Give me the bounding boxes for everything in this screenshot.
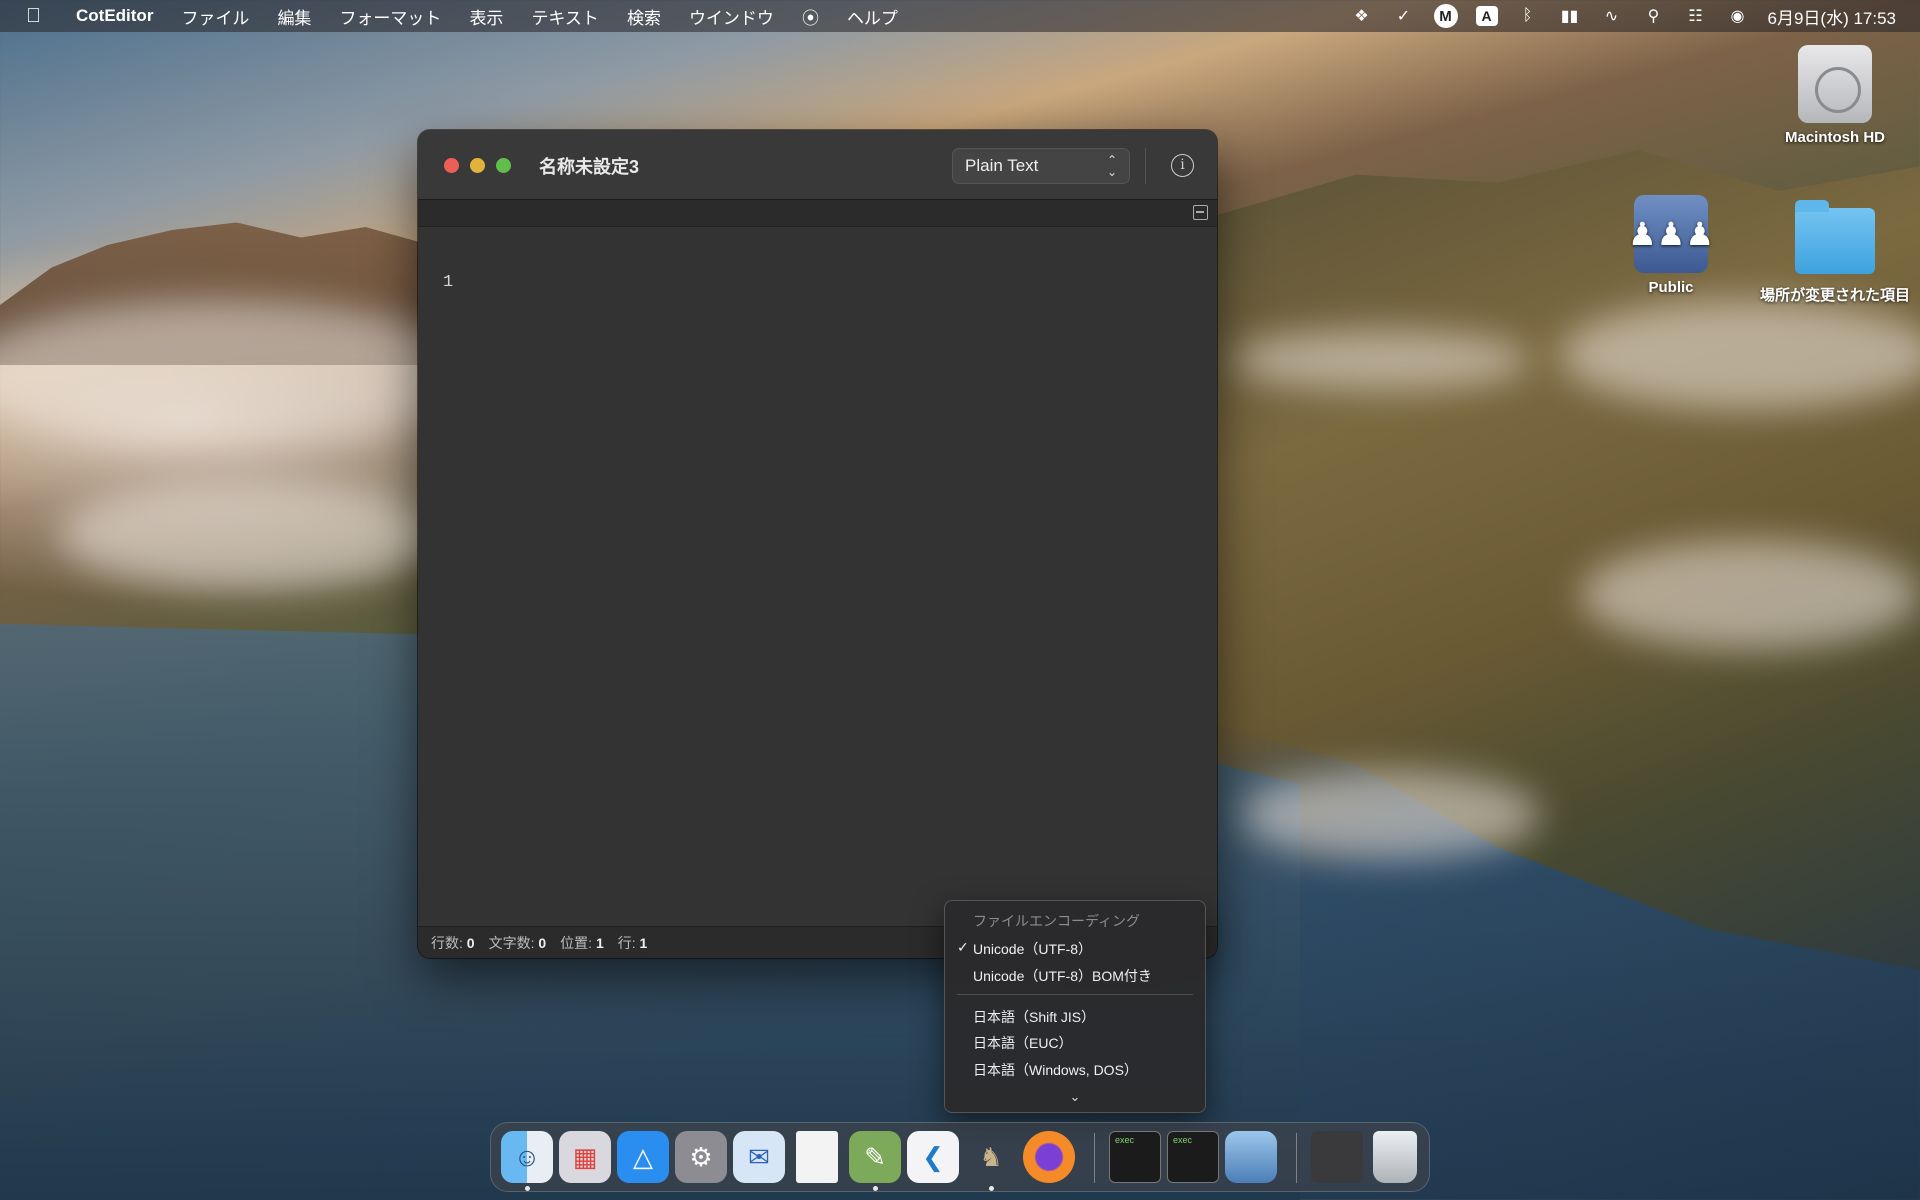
split-editor-icon[interactable]	[1193, 205, 1208, 220]
wallpaper-cloud	[1580, 540, 1920, 650]
editor-window: 名称未設定3 Plain Text ⌃ ⌄ i 1 行数: 0 文字数: 0 位置…	[418, 130, 1217, 958]
control-center-icon[interactable]: ☷	[1684, 5, 1708, 27]
desktop-icon-label: Macintosh HD	[1784, 129, 1885, 146]
dock-launchpad-icon[interactable]: ▦	[559, 1131, 611, 1183]
wallpaper-cloud	[1240, 770, 1540, 860]
text-editor[interactable]	[418, 227, 1217, 926]
menu-file[interactable]: ファイル	[181, 4, 249, 29]
dock-firefox-icon[interactable]	[1023, 1131, 1075, 1183]
dock-screenshot-icon[interactable]	[1311, 1131, 1363, 1183]
dock-thunderbird-icon[interactable]: ✉	[733, 1131, 785, 1183]
status-chars-label: 文字数:	[488, 934, 535, 951]
scroll-down-icon[interactable]: ⌄	[945, 1089, 1205, 1105]
dock-exec-terminal-icon[interactable]: exec	[1167, 1131, 1219, 1183]
checkmark-icon: ✓	[957, 939, 969, 955]
window-title: 名称未設定3	[539, 157, 640, 177]
syntax-style-label: Plain Text	[965, 156, 1039, 175]
status-line-label: 行:	[617, 934, 636, 951]
status-lines-value: 0	[466, 934, 475, 951]
encoding-item-utf8[interactable]: Unicode（UTF-8）	[973, 939, 1092, 959]
status-chars-value: 0	[538, 934, 547, 951]
dock-coteditor-icon[interactable]: ✎	[849, 1131, 901, 1183]
menu-clock[interactable]: 6月9日(水) 17:53	[1768, 4, 1897, 29]
dock-gimp-icon[interactable]: ♞	[965, 1131, 1017, 1183]
menu-find[interactable]: 検索	[627, 4, 661, 29]
input-source-icon[interactable]: A	[1475, 6, 1498, 26]
desktop-icon-relocated-items[interactable]: 場所が変更された項目	[1755, 200, 1915, 305]
desktop-icon-public[interactable]: ♟♟♟ Public	[1606, 195, 1736, 296]
task-check-icon[interactable]: ✓	[1392, 5, 1416, 27]
menu-text[interactable]: テキスト	[531, 4, 599, 29]
menu-separator	[957, 994, 1193, 995]
desktop-icon-label: 場所が変更された項目	[1759, 287, 1910, 304]
desktop-icon-label: Public	[1648, 279, 1694, 296]
info-icon[interactable]: i	[1171, 154, 1194, 177]
status-lines-label: 行数:	[431, 934, 463, 951]
hard-drive-icon	[1798, 45, 1872, 123]
status-lines: 行数: 0	[431, 933, 475, 953]
shared-folder-icon: ♟♟♟	[1628, 195, 1714, 273]
dock-app-store-icon[interactable]: △	[617, 1131, 669, 1183]
close-button[interactable]	[444, 158, 459, 173]
running-indicator	[525, 1186, 530, 1191]
dock-trash-icon[interactable]	[1373, 1131, 1417, 1183]
siri-icon[interactable]: ◉	[1726, 5, 1750, 27]
encoding-item-windows-dos[interactable]: 日本語（Windows, DOS）	[973, 1060, 1138, 1080]
bluetooth-icon[interactable]: ᛒ	[1516, 5, 1540, 27]
menu-edit[interactable]: 編集	[277, 4, 311, 29]
line-number: 1	[443, 273, 454, 292]
exec-label: exec	[1173, 1135, 1193, 1145]
dock-document-icon[interactable]	[796, 1131, 838, 1183]
menu-window[interactable]: ウインドウ	[689, 4, 774, 29]
spotlight-icon[interactable]: ⚲	[1642, 5, 1666, 27]
dock-vscode-icon[interactable]: ❮	[907, 1131, 959, 1183]
encoding-item-shift-jis[interactable]: 日本語（Shift JIS）	[973, 1007, 1095, 1027]
script-menu-icon[interactable]: ⦿	[802, 4, 819, 29]
exec-label: exec	[1115, 1135, 1135, 1145]
apple-menu-icon[interactable]: 	[26, 5, 48, 28]
status-location: 位置: 1	[560, 933, 604, 953]
encoding-item-euc[interactable]: 日本語（EUC）	[973, 1033, 1073, 1053]
status-line: 行: 1	[618, 933, 648, 953]
dock: ☺ ▦ △ ⚙ ✉ ✎ ❮ ♞ exec exec	[490, 1122, 1430, 1192]
m-app-icon[interactable]: M	[1433, 4, 1458, 28]
running-indicator	[989, 1186, 994, 1191]
status-line-value: 1	[639, 934, 648, 951]
wallpaper-cloud	[60, 480, 440, 590]
dock-preview-icon[interactable]	[1225, 1131, 1277, 1183]
toolbar-divider	[1145, 148, 1146, 184]
zoom-button[interactable]	[496, 158, 511, 173]
navigation-bar	[418, 200, 1217, 227]
status-location-value: 1	[595, 934, 604, 951]
wifi-icon[interactable]: ∿	[1600, 5, 1624, 27]
dock-system-preferences-icon[interactable]: ⚙	[675, 1131, 727, 1183]
dock-separator	[1094, 1133, 1095, 1183]
wallpaper-cloud	[0, 300, 480, 450]
dock-finder-icon[interactable]: ☺	[501, 1131, 553, 1183]
encoding-item-utf8-bom[interactable]: Unicode（UTF-8）BOM付き	[973, 966, 1152, 986]
folder-icon	[1795, 200, 1875, 274]
menu-help[interactable]: ヘルプ	[847, 4, 898, 29]
wallpaper-cloud	[1560, 300, 1920, 410]
menu-view[interactable]: 表示	[469, 4, 503, 29]
desktop-icon-macintosh-hd[interactable]: Macintosh HD	[1770, 45, 1900, 146]
menu-format[interactable]: フォーマット	[339, 4, 441, 29]
wallpaper-cloud	[1230, 330, 1530, 390]
menu-app-name[interactable]: CotEditor	[76, 6, 153, 26]
encoding-menu: ファイルエンコーディング ✓ Unicode（UTF-8） Unicode（UT…	[944, 900, 1206, 1113]
menu-bar:  CotEditor ファイル 編集 フォーマット 表示 テキスト 検索 ウイ…	[0, 0, 1920, 32]
minimize-button[interactable]	[470, 158, 485, 173]
chevron-updown-icon: ⌃ ⌄	[1106, 153, 1117, 179]
syntax-style-popup[interactable]: Plain Text ⌃ ⌄	[952, 148, 1130, 184]
dropbox-icon[interactable]: ❖	[1350, 5, 1374, 27]
status-chars: 文字数: 0	[489, 933, 547, 953]
running-indicator	[873, 1186, 878, 1191]
window-titlebar[interactable]: 名称未設定3 Plain Text ⌃ ⌄ i	[418, 130, 1217, 200]
dock-separator	[1296, 1133, 1297, 1183]
status-location-label: 位置:	[560, 934, 593, 951]
dock-exec-terminal-icon[interactable]: exec	[1109, 1131, 1161, 1183]
encoding-menu-header: ファイルエンコーディング	[973, 913, 1141, 929]
status-menus: ❖ ✓ M A ᛒ ▮▮ ∿ ⚲ ☷ ◉ 6月9日(水) 17:53	[1350, 0, 1897, 32]
battery-icon[interactable]: ▮▮	[1558, 5, 1582, 27]
